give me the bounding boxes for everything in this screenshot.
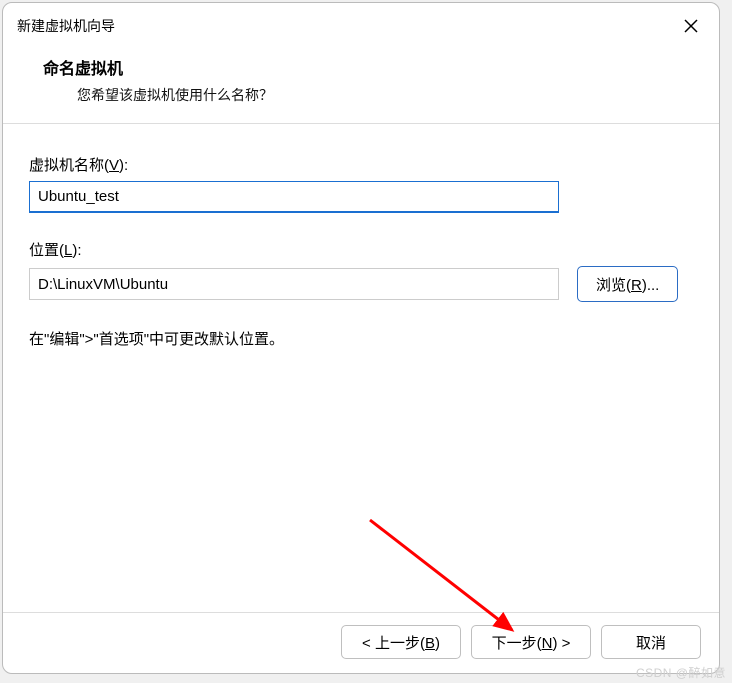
- location-hint: 在"编辑">"首选项"中可更改默认位置。: [29, 328, 697, 349]
- vm-name-label: 虚拟机名称(V):: [29, 154, 697, 175]
- wizard-dialog: 新建虚拟机向导 命名虚拟机 您希望该虚拟机使用什么名称？ 虚拟机名称(V): 位…: [2, 2, 720, 674]
- titlebar: 新建虚拟机向导: [3, 3, 719, 43]
- location-label: 位置(L):: [29, 239, 697, 260]
- cancel-button[interactable]: 取消: [601, 625, 701, 659]
- back-button[interactable]: < 上一步(B): [341, 625, 461, 659]
- header-section: 命名虚拟机 您希望该虚拟机使用什么名称？: [3, 43, 719, 123]
- watermark: CSDN @醉如意: [636, 664, 726, 681]
- browse-button[interactable]: 浏览(R)...: [577, 266, 678, 302]
- vm-name-group: 虚拟机名称(V):: [29, 154, 697, 213]
- dialog-title: 新建虚拟机向导: [17, 16, 115, 36]
- page-heading: 命名虚拟机: [43, 55, 705, 79]
- close-button[interactable]: [677, 12, 705, 40]
- close-icon: [683, 18, 699, 34]
- page-subtext: 您希望该虚拟机使用什么名称？: [77, 85, 705, 105]
- location-row: 浏览(R)...: [29, 266, 697, 302]
- vm-name-input[interactable]: [29, 181, 559, 213]
- next-button[interactable]: 下一步(N) >: [471, 625, 591, 659]
- location-input[interactable]: [29, 268, 559, 300]
- location-group: 位置(L): 浏览(R)...: [29, 239, 697, 302]
- content-area: 虚拟机名称(V): 位置(L): 浏览(R)... 在"编辑">"首选项"中可更…: [3, 124, 719, 612]
- footer-buttons: < 上一步(B) 下一步(N) > 取消: [3, 612, 719, 673]
